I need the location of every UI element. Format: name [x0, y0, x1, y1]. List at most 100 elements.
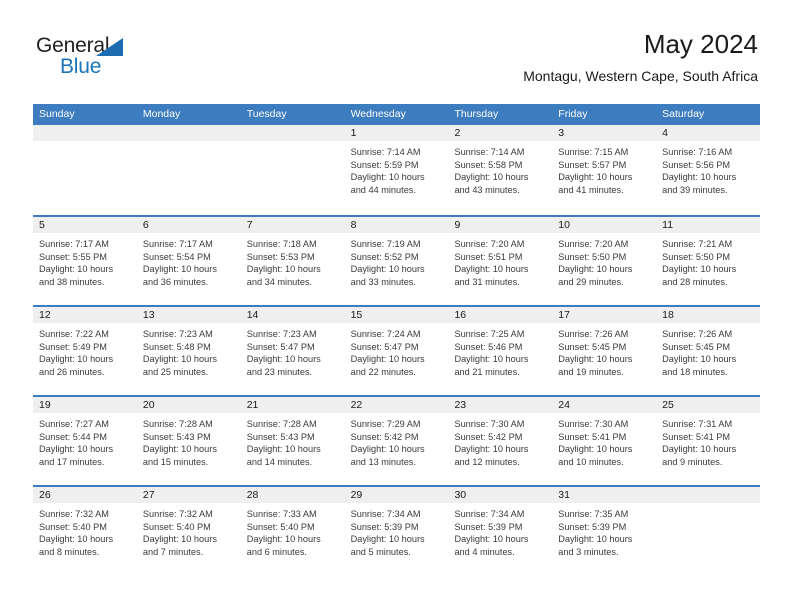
day-cell-27[interactable]: 27 Sunrise: 7:32 AM Sunset: 5:40 PM Dayligh…: [136, 487, 241, 575]
sunrise-line: Sunrise: 7:30 AM: [454, 419, 525, 429]
daylight-line-cont: and 19 minutes.: [558, 366, 624, 377]
day-cell-19[interactable]: 19 Sunrise: 7:27 AM Sunset: 5:44 PM Dayligh…: [33, 397, 137, 485]
day-cell-3[interactable]: 3 Sunrise: 7:15 AM Sunset: 5:57 PM Daylight…: [552, 125, 657, 215]
day-detail: Sunrise: 7:14 AM Sunset: 5:58 PM Daylight:…: [448, 141, 552, 196]
sunrise-line: Sunrise: 7:28 AM: [142, 419, 213, 429]
calendar-week-row: 12 Sunrise: 7:22 AM Sunset: 5:49 PM Dayligh…: [33, 305, 761, 395]
sunrise-line: Sunrise: 7:14 AM: [350, 147, 421, 157]
day-cell-7[interactable]: 7 Sunrise: 7:18 AM Sunset: 5:53 PM Daylight…: [240, 217, 345, 305]
day-number: 24: [552, 397, 657, 413]
sunrise-line: Sunrise: 7:15 AM: [558, 147, 629, 157]
sunrise-line: Sunrise: 7:26 AM: [558, 329, 629, 339]
day-cell-12[interactable]: 12 Sunrise: 7:22 AM Sunset: 5:49 PM Dayligh…: [33, 307, 137, 395]
day-number: 26: [33, 487, 137, 503]
day-number: 20: [136, 397, 241, 413]
day-cell-17[interactable]: 17 Sunrise: 7:26 AM Sunset: 5:45 PM Dayligh…: [552, 307, 657, 395]
day-detail: Sunrise: 7:17 AM Sunset: 5:55 PM Daylight:…: [33, 233, 137, 288]
day-cell-23[interactable]: 23 Sunrise: 7:30 AM Sunset: 5:42 PM Dayligh…: [448, 397, 553, 485]
sunrise-line: Sunrise: 7:35 AM: [558, 509, 629, 519]
day-number: 6: [136, 217, 241, 233]
day-cell-10[interactable]: 10 Sunrise: 7:20 AM Sunset: 5:50 PM Dayligh…: [552, 217, 657, 305]
sunrise-line: Sunrise: 7:14 AM: [454, 147, 525, 157]
day-number: 2: [448, 125, 553, 141]
day-cell-26[interactable]: 26 Sunrise: 7:32 AM Sunset: 5:40 PM Dayligh…: [33, 487, 137, 575]
day-cell-31[interactable]: 31 Sunrise: 7:35 AM Sunset: 5:39 PM Dayligh…: [552, 487, 657, 575]
day-cell-empty: [656, 487, 761, 575]
day-cell-13[interactable]: 13 Sunrise: 7:23 AM Sunset: 5:48 PM Dayligh…: [136, 307, 241, 395]
day-detail: Sunrise: 7:21 AM Sunset: 5:50 PM Daylight:…: [656, 233, 760, 288]
daylight-line: Daylight: 10 hours: [558, 444, 633, 455]
calendar-grid: Sunday Monday Tuesday Wednesday Thursday Frid…: [33, 104, 761, 575]
day-cell-28[interactable]: 28 Sunrise: 7:33 AM Sunset: 5:40 PM Dayligh…: [240, 487, 345, 575]
daylight-line-cont: and 39 minutes.: [662, 184, 728, 195]
day-cell-16[interactable]: 16 Sunrise: 7:25 AM Sunset: 5:46 PM Dayligh…: [448, 307, 553, 395]
day-detail: Sunrise: 7:28 AM Sunset: 5:43 PM Daylight:…: [137, 413, 241, 468]
day-cell-29[interactable]: 29 Sunrise: 7:34 AM Sunset: 5:39 PM Dayligh…: [344, 487, 449, 575]
sunset-line: Sunset: 5:59 PM: [350, 159, 419, 170]
day-cell-8[interactable]: 8 Sunrise: 7:19 AM Sunset: 5:52 PM Daylight…: [344, 217, 449, 305]
title-block: May 2024 Montagu, Western Cape, South Af…: [523, 28, 758, 86]
daylight-line-cont: and 22 minutes.: [350, 366, 416, 377]
day-number: 14: [240, 307, 345, 323]
daylight-line: Daylight: 10 hours: [350, 264, 425, 275]
day-cell-9[interactable]: 9 Sunrise: 7:20 AM Sunset: 5:51 PM Daylight…: [448, 217, 553, 305]
daylight-line-cont: and 26 minutes.: [39, 366, 105, 377]
day-cell-24[interactable]: 24 Sunrise: 7:30 AM Sunset: 5:41 PM Dayligh…: [552, 397, 657, 485]
sunrise-line: Sunrise: 7:19 AM: [350, 239, 421, 249]
daylight-line: Daylight: 10 hours: [454, 354, 529, 365]
daylight-line: Daylight: 10 hours: [454, 444, 529, 455]
day-cell-20[interactable]: 20 Sunrise: 7:28 AM Sunset: 5:43 PM Dayligh…: [136, 397, 241, 485]
daylight-line-cont: and 41 minutes.: [558, 184, 624, 195]
day-cell-5[interactable]: 5 Sunrise: 7:17 AM Sunset: 5:55 PM Daylight…: [33, 217, 137, 305]
day-cell-21[interactable]: 21 Sunrise: 7:28 AM Sunset: 5:43 PM Dayligh…: [240, 397, 345, 485]
sunset-line: Sunset: 5:44 PM: [39, 431, 107, 442]
day-cell-1[interactable]: 1 Sunrise: 7:14 AM Sunset: 5:59 PM Daylight…: [344, 125, 449, 215]
day-detail: Sunrise: 7:26 AM Sunset: 5:45 PM Daylight:…: [656, 323, 760, 378]
sunset-line: Sunset: 5:47 PM: [350, 341, 419, 352]
daylight-line: Daylight: 10 hours: [142, 354, 217, 365]
daylight-line: Daylight: 10 hours: [142, 534, 217, 545]
day-number: [656, 487, 761, 503]
general-blue-logo[interactable]: General Blue: [36, 34, 156, 84]
daylight-line: Daylight: 10 hours: [39, 534, 114, 545]
daylight-line: Daylight: 10 hours: [39, 354, 114, 365]
day-cell-4[interactable]: 4 Sunrise: 7:16 AM Sunset: 5:56 PM Daylight…: [656, 125, 761, 215]
sunset-line: Sunset: 5:45 PM: [662, 341, 731, 352]
day-cell-22[interactable]: 22 Sunrise: 7:29 AM Sunset: 5:42 PM Dayligh…: [344, 397, 449, 485]
calendar-week-row: 26 Sunrise: 7:32 AM Sunset: 5:40 PM Dayligh…: [33, 485, 761, 575]
day-cell-25[interactable]: 25 Sunrise: 7:31 AM Sunset: 5:41 PM Dayligh…: [656, 397, 761, 485]
sunset-line: Sunset: 5:51 PM: [454, 251, 523, 262]
day-number: 10: [552, 217, 657, 233]
day-cell-empty: [240, 125, 345, 215]
sunset-line: Sunset: 5:49 PM: [39, 341, 107, 352]
day-detail: Sunrise: 7:22 AM Sunset: 5:49 PM Daylight:…: [33, 323, 137, 378]
daylight-line-cont: and 29 minutes.: [558, 276, 624, 287]
day-cell-18[interactable]: 18 Sunrise: 7:26 AM Sunset: 5:45 PM Dayligh…: [656, 307, 761, 395]
day-number: 8: [344, 217, 449, 233]
sunrise-line: Sunrise: 7:21 AM: [662, 239, 733, 249]
sunrise-line: Sunrise: 7:34 AM: [350, 509, 421, 519]
day-number: 16: [448, 307, 553, 323]
day-detail: Sunrise: 7:32 AM Sunset: 5:40 PM Daylight:…: [33, 503, 137, 558]
daylight-line: Daylight: 10 hours: [246, 264, 321, 275]
daylight-line: Daylight: 10 hours: [454, 264, 529, 275]
weekday-header-sunday: Sunday: [39, 108, 75, 120]
weekday-header-thursday: Thursday: [454, 108, 499, 120]
page-title: May 2024: [643, 29, 758, 59]
sunset-line: Sunset: 5:40 PM: [142, 521, 211, 532]
day-detail: Sunrise: 7:20 AM Sunset: 5:51 PM Daylight:…: [448, 233, 552, 288]
day-cell-6[interactable]: 6 Sunrise: 7:17 AM Sunset: 5:54 PM Daylight…: [136, 217, 241, 305]
day-cell-2[interactable]: 2 Sunrise: 7:14 AM Sunset: 5:58 PM Daylight…: [448, 125, 553, 215]
day-number: 21: [240, 397, 345, 413]
day-detail: [241, 141, 345, 146]
sunrise-line: Sunrise: 7:24 AM: [350, 329, 421, 339]
day-cell-14[interactable]: 14 Sunrise: 7:23 AM Sunset: 5:47 PM Dayligh…: [240, 307, 345, 395]
day-cell-30[interactable]: 30 Sunrise: 7:34 AM Sunset: 5:39 PM Dayligh…: [448, 487, 553, 575]
day-cell-15[interactable]: 15 Sunrise: 7:24 AM Sunset: 5:47 PM Dayligh…: [344, 307, 449, 395]
sunrise-line: Sunrise: 7:30 AM: [558, 419, 629, 429]
calendar-week-row: 19 Sunrise: 7:27 AM Sunset: 5:44 PM Dayligh…: [33, 395, 761, 485]
daylight-line: Daylight: 10 hours: [246, 354, 321, 365]
day-cell-11[interactable]: 11 Sunrise: 7:21 AM Sunset: 5:50 PM Dayligh…: [656, 217, 761, 305]
daylight-line-cont: and 14 minutes.: [246, 456, 313, 467]
daylight-line: Daylight: 10 hours: [142, 264, 217, 275]
